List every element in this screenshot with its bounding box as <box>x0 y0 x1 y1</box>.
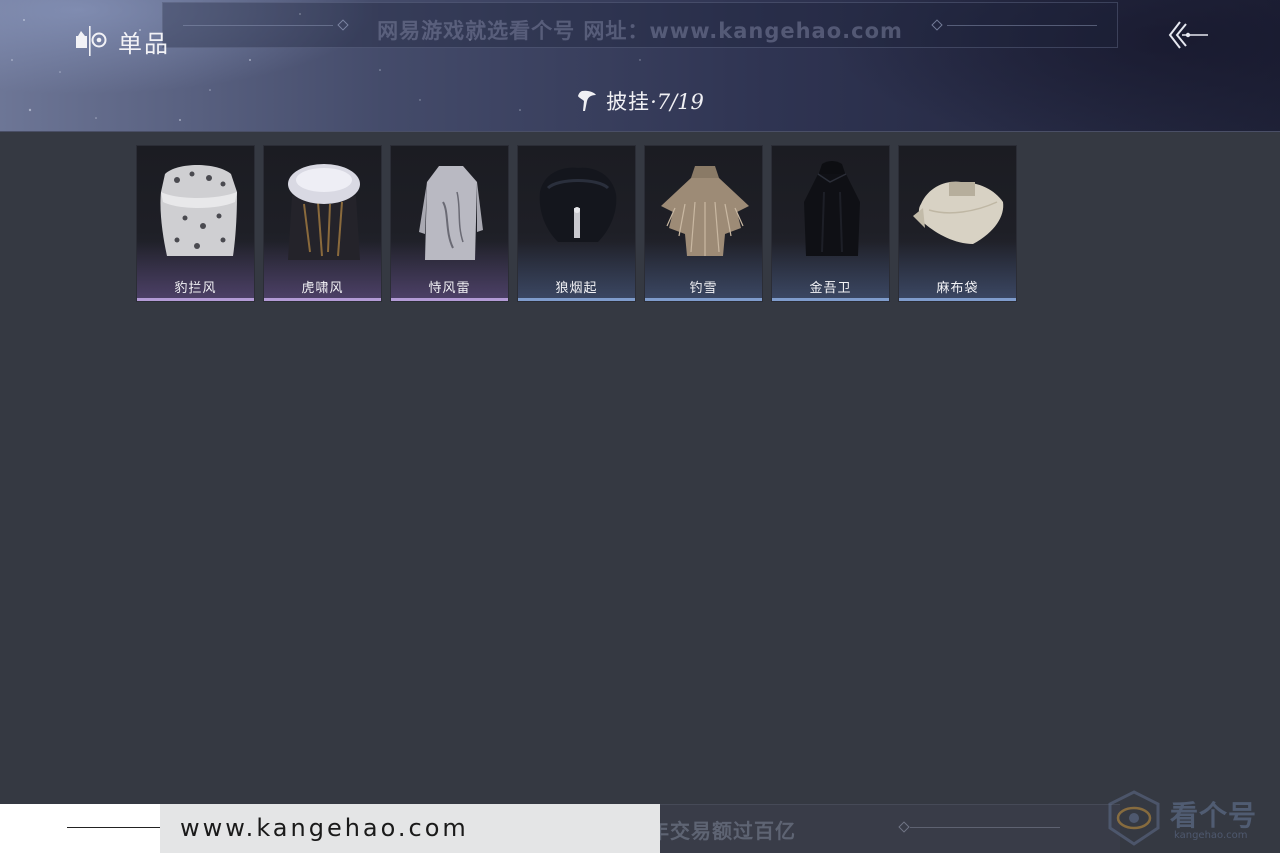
footer-left-panel <box>0 804 167 853</box>
divider <box>910 827 1060 828</box>
tab-single-item[interactable]: 单品 <box>74 24 170 58</box>
item-grid: 豹拦风 虎啸风 恃风雷 狼烟起 钓雪 金吾卫 麻布袋 <box>136 145 1036 305</box>
item-card[interactable]: 恃风雷 <box>390 145 509 302</box>
item-name: 虎啸风 <box>301 281 344 296</box>
category-label: 披挂 · 7/19 <box>606 86 704 116</box>
item-name: 钓雪 <box>689 281 718 296</box>
rarity-bar <box>772 298 889 301</box>
item-card[interactable]: 虎啸风 <box>263 145 382 302</box>
black-fur-cloak-icon <box>539 167 617 242</box>
back-button[interactable] <box>1166 18 1210 52</box>
cloak-icon <box>578 90 597 111</box>
tab-label: 单品 <box>118 29 170 58</box>
rarity-bar <box>137 298 254 301</box>
divider <box>947 25 1097 26</box>
long-robe-cloak-icon <box>419 166 483 260</box>
item-card[interactable]: 钓雪 <box>644 145 763 302</box>
item-name: 豹拦风 <box>174 281 217 296</box>
straw-cape-icon <box>661 166 749 256</box>
item-name: 麻布袋 <box>936 281 979 296</box>
diamond-ornament-icon <box>898 821 910 833</box>
item-card[interactable]: 豹拦风 <box>136 145 255 302</box>
footer-url: www.kangehao.com <box>180 814 469 842</box>
rarity-bar <box>391 298 508 301</box>
back-arrow-icon <box>1168 21 1208 49</box>
watermark-text: 网易游戏就选看个号 网址：www.kangehao.com <box>377 19 903 43</box>
category-name: 披挂 <box>606 90 651 114</box>
fur-collar-cape-icon <box>288 164 360 260</box>
category-separator: · <box>650 90 657 114</box>
leopard-cloak-icon <box>160 165 237 256</box>
brand-name: 看个号 <box>1170 799 1258 832</box>
rarity-bar <box>645 298 762 301</box>
item-card[interactable]: 金吾卫 <box>771 145 890 302</box>
category-title: 披挂 · 7/19 <box>0 84 1280 118</box>
brand-url: kangehao.com <box>1174 830 1248 841</box>
watermark-banner: 网易游戏就选看个号 网址：www.kangehao.com <box>162 2 1118 48</box>
single-item-icon <box>76 26 107 56</box>
brand-logo: 看个号 kangehao.com <box>1104 788 1274 848</box>
category-count: 7/19 <box>656 90 704 114</box>
item-name: 金吾卫 <box>809 281 852 296</box>
footer-url-box: www.kangehao.com <box>160 804 660 853</box>
item-name: 狼烟起 <box>555 281 598 296</box>
dark-hooded-cloak-icon <box>804 161 860 256</box>
header-bar: 网易游戏就选看个号 网址：www.kangehao.com 单品 披挂 · 7/… <box>0 0 1280 132</box>
rarity-bar <box>264 298 381 301</box>
divider <box>67 827 167 828</box>
eye-logo-icon <box>1108 790 1160 846</box>
burlap-sack-icon <box>913 181 1004 244</box>
item-card[interactable]: 麻布袋 <box>898 145 1017 302</box>
item-card[interactable]: 狼烟起 <box>517 145 636 302</box>
rarity-bar <box>518 298 635 301</box>
rarity-bar <box>899 298 1016 301</box>
item-name: 恃风雷 <box>428 281 471 296</box>
